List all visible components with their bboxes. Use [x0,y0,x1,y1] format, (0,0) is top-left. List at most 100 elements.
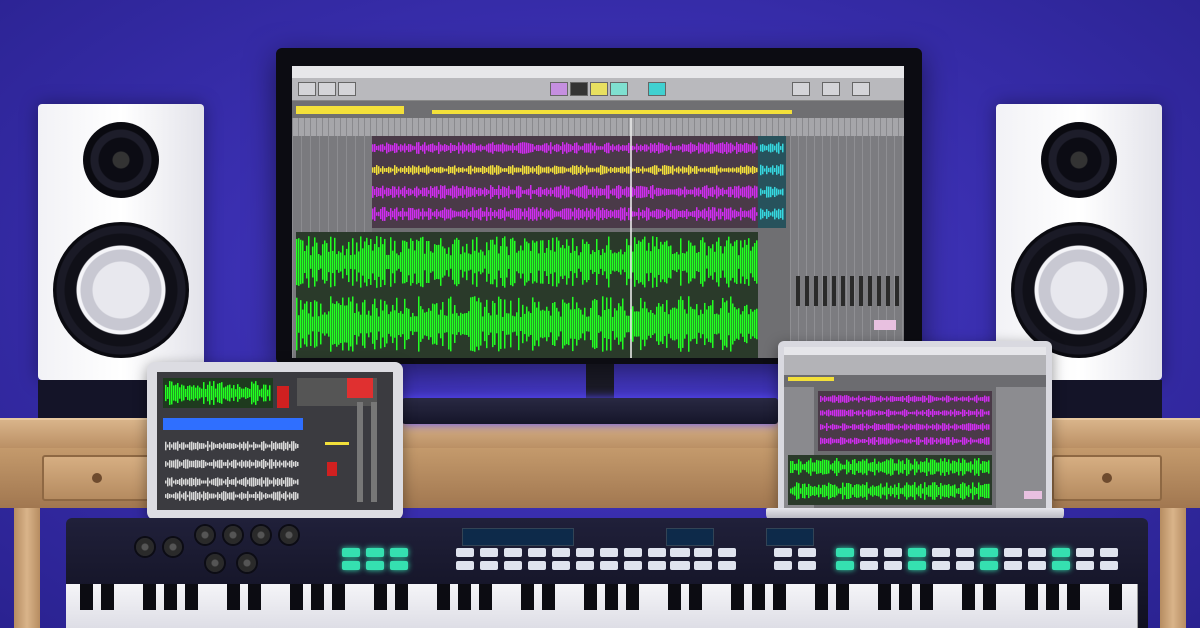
toolbar-button[interactable] [318,82,336,96]
drum-pad[interactable] [1052,548,1070,557]
loop-region-bar[interactable] [432,110,792,114]
black-key[interactable] [437,584,450,610]
drum-pad[interactable] [718,548,736,557]
midi-clip-area[interactable] [372,136,758,228]
toolbar-button[interactable] [338,82,356,96]
black-key[interactable] [731,584,744,610]
toolbar-button[interactable] [550,82,568,96]
black-key[interactable] [1025,584,1038,610]
drum-pad[interactable] [836,548,854,557]
drum-pad[interactable] [718,561,736,570]
drum-pad[interactable] [480,561,498,570]
drum-pad[interactable] [908,548,926,557]
black-key[interactable] [164,584,177,610]
transport-stop-button[interactable] [570,82,588,96]
black-key[interactable] [668,584,681,610]
knob[interactable] [238,554,256,572]
transport-record-button[interactable] [610,82,628,96]
black-key[interactable] [332,584,345,610]
black-key[interactable] [185,584,198,610]
toolbar-button[interactable] [822,82,840,96]
drum-pad[interactable] [860,561,878,570]
drum-pad[interactable] [1100,561,1118,570]
black-key[interactable] [101,584,114,610]
black-key[interactable] [80,584,93,610]
drum-pad[interactable] [390,548,408,557]
black-key[interactable] [395,584,408,610]
black-key[interactable] [479,584,492,610]
drum-pad[interactable] [932,548,950,557]
drum-pad[interactable] [670,548,688,557]
drum-pad[interactable] [1052,561,1070,570]
piano-keys[interactable] [66,584,1148,628]
toolbar-button[interactable] [852,82,870,96]
drum-pad[interactable] [956,561,974,570]
black-key[interactable] [1046,584,1059,610]
cyan-clip-column[interactable] [758,136,786,228]
toolbar[interactable] [292,78,904,101]
drum-pad[interactable] [390,561,408,570]
drum-pad[interactable] [1100,548,1118,557]
drum-pad[interactable] [774,561,792,570]
black-key[interactable] [143,584,156,610]
black-key[interactable] [227,584,240,610]
black-key[interactable] [983,584,996,610]
knob[interactable] [164,538,182,556]
drum-pad[interactable] [956,548,974,557]
drum-pad[interactable] [980,561,998,570]
mixer-panel[interactable] [790,136,904,358]
drum-pad[interactable] [342,561,360,570]
drum-pad[interactable] [600,561,618,570]
drum-pad[interactable] [648,548,666,557]
black-key[interactable] [626,584,639,610]
drum-pad[interactable] [670,561,688,570]
drum-pad[interactable] [1004,561,1022,570]
drum-pad[interactable] [1028,548,1046,557]
black-key[interactable] [605,584,618,610]
drum-pad[interactable] [528,561,546,570]
drum-pad[interactable] [860,548,878,557]
drum-pad[interactable] [366,561,384,570]
knob[interactable] [196,526,214,544]
drum-pad[interactable] [932,561,950,570]
drum-pad[interactable] [456,548,474,557]
drum-pad[interactable] [366,548,384,557]
drum-pad[interactable] [504,561,522,570]
playhead[interactable] [630,118,632,358]
drum-pad[interactable] [624,561,642,570]
drum-pad[interactable] [836,561,854,570]
drum-pad[interactable] [1028,561,1046,570]
laptop-daw-screen[interactable] [784,347,1046,509]
drum-pad[interactable] [1004,548,1022,557]
black-key[interactable] [1067,584,1080,610]
drum-pad[interactable] [884,561,902,570]
black-key[interactable] [773,584,786,610]
toolbar-button[interactable] [298,82,316,96]
toolbar-button[interactable] [648,82,666,96]
drum-pad[interactable] [908,561,926,570]
drum-pad[interactable] [576,548,594,557]
daw-screen[interactable] [292,66,904,358]
timeline-ruler[interactable] [292,118,904,136]
black-key[interactable] [920,584,933,610]
drum-pad[interactable] [884,548,902,557]
black-key[interactable] [878,584,891,610]
black-key[interactable] [689,584,702,610]
black-key[interactable] [899,584,912,610]
menu-bar[interactable] [292,66,904,78]
drum-pad[interactable] [798,548,816,557]
black-key[interactable] [815,584,828,610]
drum-pad[interactable] [600,548,618,557]
black-key[interactable] [521,584,534,610]
drum-pad[interactable] [1076,548,1094,557]
drum-pad[interactable] [504,548,522,557]
timeline-marker-bar[interactable] [296,106,404,114]
black-key[interactable] [962,584,975,610]
drum-pad[interactable] [342,548,360,557]
black-key[interactable] [584,584,597,610]
black-key[interactable] [290,584,303,610]
knob[interactable] [206,554,224,572]
drum-pad[interactable] [694,561,712,570]
drum-pad[interactable] [456,561,474,570]
transport-play-button[interactable] [590,82,608,96]
